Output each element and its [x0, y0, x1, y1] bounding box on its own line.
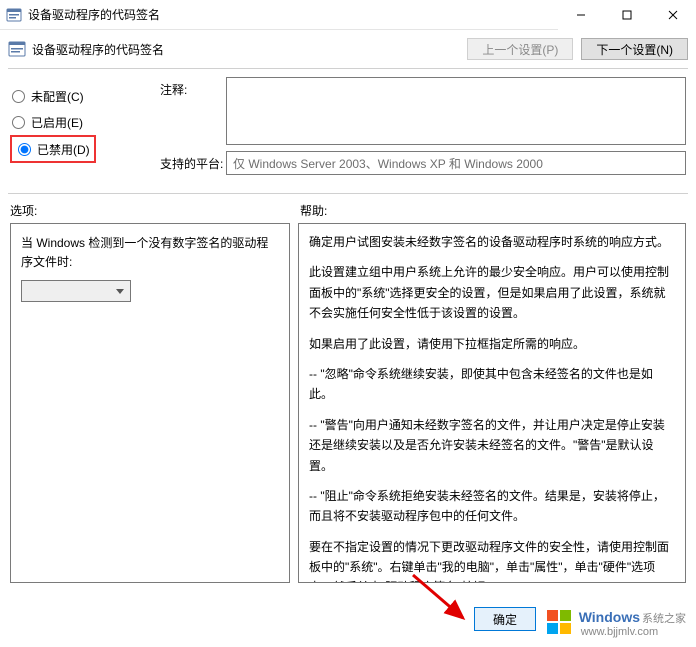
- options-text: 当 Windows 检测到一个没有数字签名的驱动程序文件时:: [21, 234, 279, 272]
- help-paragraph: 要在不指定设置的情况下更改驱动程序文件的安全性，请使用控制面板中的"系统"。右键…: [309, 537, 675, 583]
- comment-textarea[interactable]: [226, 77, 686, 145]
- radio-not-configured-input[interactable]: [12, 90, 25, 103]
- window-title: 设备驱动程序的代码签名: [28, 6, 558, 23]
- previous-setting-button[interactable]: 上一个设置(P): [467, 38, 573, 60]
- toolbar-label: 设备驱动程序的代码签名: [32, 41, 459, 58]
- watermark: Windows系统之家 www.bjjmlv.com: [545, 608, 686, 639]
- help-paragraph: 此设置建立组中用户系统上允许的最少安全响应。用户可以使用控制面板中的"系统"选择…: [309, 262, 675, 323]
- comment-label: 注释:: [160, 77, 226, 145]
- help-label: 帮助:: [300, 202, 686, 219]
- options-label: 选项:: [10, 202, 300, 219]
- minimize-button[interactable]: [558, 0, 604, 30]
- divider-2: [8, 193, 688, 194]
- ok-button[interactable]: 确定: [474, 607, 536, 631]
- help-paragraph: 确定用户试图安装未经数字签名的设备驱动程序时系统的响应方式。: [309, 232, 675, 252]
- watermark-url: www.bjjmlv.com: [581, 626, 686, 638]
- radio-disabled-input[interactable]: [18, 143, 31, 156]
- window-controls: [558, 0, 696, 29]
- help-paragraph: -- "阻止"命令系统拒绝安装未经签名的文件。结果是，安装将停止，而且将不安装驱…: [309, 486, 675, 527]
- section-labels: 选项: 帮助:: [0, 200, 696, 223]
- upper-form: 未配置(C) 已启用(E) 已禁用(D) 注释: 支持的平台: 仅 Window…: [0, 75, 696, 189]
- ok-area: 确定: [474, 607, 536, 631]
- radio-disabled-label: 已禁用(D): [37, 141, 90, 158]
- platforms-row: 支持的平台: 仅 Windows Server 2003、Windows XP …: [160, 151, 686, 175]
- radio-not-configured[interactable]: 未配置(C): [10, 83, 160, 109]
- platforms-field: 仅 Windows Server 2003、Windows XP 和 Windo…: [226, 151, 686, 175]
- next-setting-button[interactable]: 下一个设置(N): [581, 38, 688, 60]
- comment-row: 注释:: [160, 77, 686, 145]
- policy-icon: [8, 40, 26, 58]
- watermark-subtitle: 系统之家: [642, 613, 686, 625]
- titlebar: 设备驱动程序的代码签名: [0, 0, 696, 30]
- windows-logo-icon: [545, 608, 573, 639]
- options-box: 当 Windows 检测到一个没有数字签名的驱动程序文件时:: [10, 223, 290, 583]
- radio-disabled-highlight: 已禁用(D): [10, 135, 96, 163]
- divider: [8, 68, 688, 69]
- help-paragraph: -- "忽略"命令系统继续安装，即使其中包含未经签名的文件也是如此。: [309, 364, 675, 405]
- help-paragraph: 如果启用了此设置，请使用下拉框指定所需的响应。: [309, 334, 675, 354]
- lower-area: 当 Windows 检测到一个没有数字签名的驱动程序文件时: 确定用户试图安装未…: [0, 223, 696, 583]
- toolbar: 设备驱动程序的代码签名 上一个设置(P) 下一个设置(N): [0, 30, 696, 68]
- maximize-button[interactable]: [604, 0, 650, 30]
- radio-disabled[interactable]: 已禁用(D): [16, 139, 90, 159]
- radio-not-configured-label: 未配置(C): [31, 88, 84, 105]
- radio-enabled-input[interactable]: [12, 116, 25, 129]
- radio-column: 未配置(C) 已启用(E) 已禁用(D): [10, 77, 160, 181]
- options-dropdown[interactable]: [21, 280, 131, 302]
- watermark-title: Windows: [579, 609, 640, 625]
- radio-enabled[interactable]: 已启用(E): [10, 109, 160, 135]
- platforms-label: 支持的平台:: [160, 155, 226, 172]
- close-button[interactable]: [650, 0, 696, 30]
- help-box: 确定用户试图安装未经数字签名的设备驱动程序时系统的响应方式。 此设置建立组中用户…: [298, 223, 686, 583]
- app-icon: [6, 7, 22, 23]
- radio-enabled-label: 已启用(E): [31, 114, 83, 131]
- fields-column: 注释: 支持的平台: 仅 Windows Server 2003、Windows…: [160, 77, 686, 181]
- help-paragraph: -- "警告"向用户通知未经数字签名的文件，并让用户决定是停止安装还是继续安装以…: [309, 415, 675, 476]
